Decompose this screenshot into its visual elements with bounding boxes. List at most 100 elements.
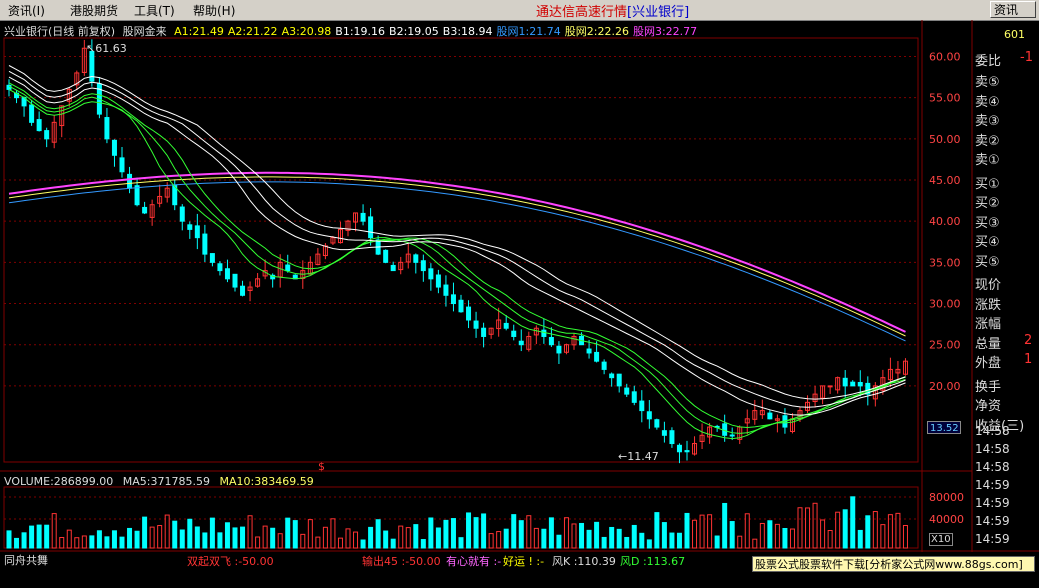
volume-bar [526, 515, 532, 549]
volume-bar [541, 528, 547, 549]
candle-body [466, 306, 472, 321]
volume-bar [684, 512, 690, 549]
candle-body [187, 224, 193, 230]
candle-body [104, 117, 110, 140]
candle-body [654, 419, 660, 428]
volume-bar [842, 509, 848, 549]
volume-bar [827, 530, 833, 549]
candle-body [669, 430, 675, 445]
candle-body [368, 216, 374, 239]
volume-bar [337, 537, 343, 549]
volume-bar [413, 524, 419, 549]
volume-bar [692, 519, 698, 549]
quote-row-label: 买⑤ [975, 254, 1000, 270]
quote-row-label: 外盘 [975, 356, 1002, 371]
volume-bar [835, 511, 841, 549]
volume-bar [14, 537, 20, 549]
header-field-6: 股网1:21.74 [496, 25, 561, 38]
stock-chart: 60.00 55.00 50.00 45.00 40.00 35.00 30.00 25.00… [0, 20, 1039, 552]
volume-bar [307, 519, 313, 549]
volume-bar [631, 524, 637, 549]
volume-bar [767, 520, 773, 549]
volume-bar [285, 517, 291, 549]
volume-bar [857, 529, 863, 549]
volume-bar [36, 524, 42, 549]
ad-banner[interactable]: 股票公式股票软件下载[分析家公式网www.88gs.com] [752, 556, 1035, 572]
volume-bar [405, 527, 411, 549]
quote-panel: 601 委比 -1 卖⑤ 卖④ 卖③ 卖② 卖① 买① 买② 买③ 买④ 买⑤ 现价 涨跌 涨幅 总量 2 外… [972, 22, 1039, 552]
header-field-7: 股网2:22.26 [564, 25, 629, 38]
quote-row-label: 卖① [975, 153, 1000, 168]
candle-body [134, 185, 140, 206]
stock-label: 兴业银行(日线 前复权) [4, 25, 116, 38]
candle-body [631, 391, 637, 403]
candle-body [827, 385, 833, 388]
volume-bar [503, 528, 509, 549]
tick-time: 14:58 [975, 460, 1010, 474]
candle-body [450, 294, 456, 305]
volume-bar [661, 522, 667, 549]
volume-bar [654, 512, 660, 549]
quote-row-label: 卖③ [975, 114, 1000, 129]
candle-body [556, 345, 562, 354]
candle-body [202, 233, 208, 255]
volume-bar [420, 539, 426, 549]
volume-bar [774, 523, 780, 549]
volume-bar [375, 519, 381, 549]
volume-bar [81, 535, 87, 549]
volume-bar [676, 532, 682, 549]
candle-body [390, 264, 396, 272]
volume-bar [443, 519, 449, 549]
ma-line-yellow [8, 176, 906, 337]
candle-body [285, 264, 291, 272]
volume-bar [466, 512, 472, 549]
volume-bar [518, 520, 524, 549]
volume-bar [601, 536, 607, 549]
candle-body [383, 249, 389, 263]
tick-time: 14:59 [975, 478, 1010, 492]
volume-bar [548, 517, 554, 549]
volume-bar [383, 530, 389, 549]
volume-bar [29, 525, 35, 549]
volume-bar [292, 520, 298, 549]
candle-body [676, 444, 682, 453]
volume-bar [368, 526, 374, 549]
tick-time: 14:59 [975, 514, 1010, 528]
candle-body [609, 373, 615, 379]
candle-body [473, 320, 479, 329]
volume-bar [172, 520, 178, 549]
header-field-0: A1:21.49 [174, 25, 224, 38]
volume-bar [217, 532, 223, 549]
volume-bar [89, 535, 95, 549]
volume-bar [96, 530, 102, 549]
volume-bar [850, 496, 856, 549]
candle-body [194, 225, 200, 239]
candle-body [503, 322, 509, 329]
volume-bar [179, 529, 185, 549]
volume-bar [164, 514, 170, 549]
volume-bar [255, 536, 261, 549]
quote-row-label: 净资 [975, 399, 1002, 414]
quote-row-label: 换手 [975, 379, 1002, 395]
volume-bar [556, 534, 562, 549]
volume-tick-label: 80000 [929, 491, 964, 504]
volume-bar [127, 527, 133, 549]
volume-header: VOLUME:286899.00 MA5:371785.59 MA10:3834… [4, 475, 320, 488]
candle-body [661, 430, 667, 436]
candle-body [179, 206, 185, 222]
indicator-name: 股网金来 [122, 25, 167, 38]
tick-time: 14:58 [975, 424, 1010, 438]
volume-bar [398, 525, 404, 549]
volume-bar [224, 522, 230, 549]
candle-body [119, 157, 125, 173]
volume-bar [277, 533, 283, 549]
volume-bar [300, 533, 306, 549]
header-field-3: B1:19.16 [335, 25, 386, 38]
formula-tab[interactable]: 同舟共舞 [4, 552, 48, 568]
volume-value: VOLUME:286899.00 [4, 475, 114, 488]
candle-body [44, 130, 50, 140]
candle-body [217, 263, 223, 272]
volume-bar [345, 528, 351, 549]
volume-bar [759, 522, 765, 549]
candle-body [767, 412, 773, 420]
